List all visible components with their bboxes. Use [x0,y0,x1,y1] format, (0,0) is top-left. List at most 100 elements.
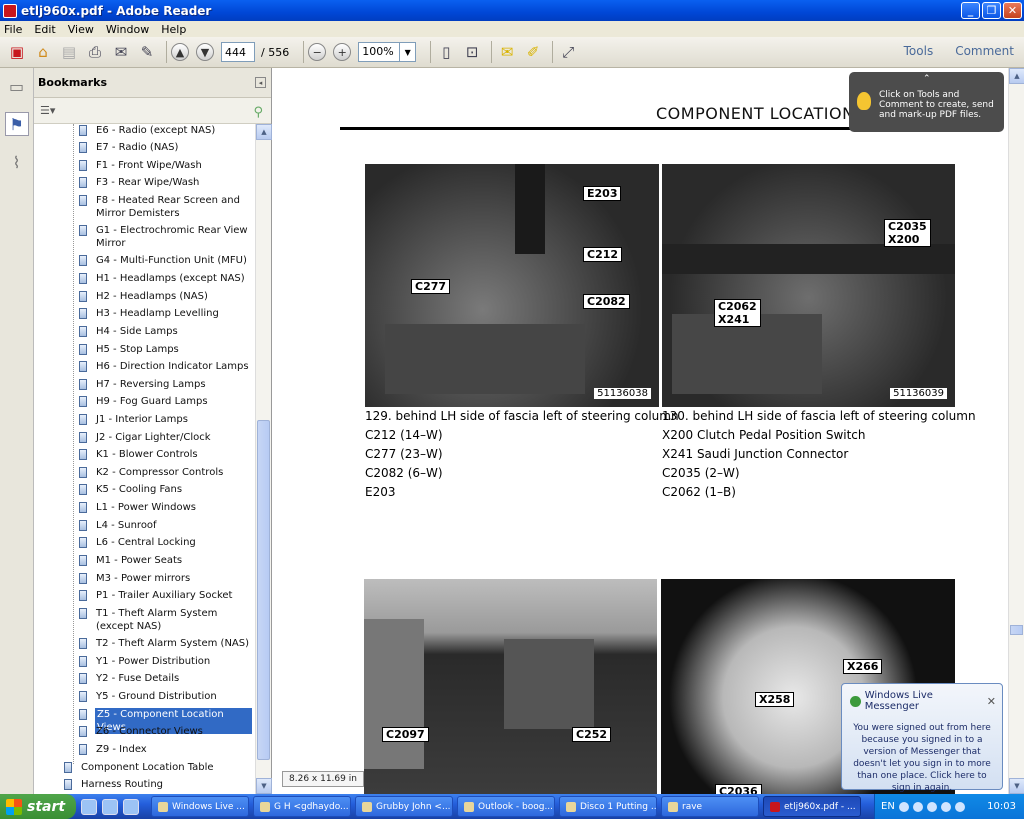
highlight-icon[interactable]: ✐ [522,41,544,63]
menu-window[interactable]: Window [106,23,149,36]
bookmark-item[interactable]: Z6 - Connector Views [79,725,252,738]
chevron-up-icon[interactable]: ⌃ [923,74,931,84]
bookmark-item[interactable]: J2 - Cigar Lighter/Clock [79,431,252,444]
print-icon[interactable]: ⎙ [84,41,106,63]
messenger-notification[interactable]: Windows Live Messenger ✕ You were signed… [841,683,1003,793]
internet-explorer-icon[interactable] [81,798,97,815]
scroll-thumb[interactable] [257,420,270,760]
sticky-note-icon[interactable]: ✉ [496,41,518,63]
collapse-panel-icon[interactable]: ◂ [255,77,266,88]
open-icon[interactable]: ⌂ [32,41,54,63]
bookmark-item[interactable]: F1 - Front Wipe/Wash [79,159,252,172]
bookmark-item[interactable]: K5 - Cooling Fans [79,483,252,496]
bookmark-item[interactable]: J1 - Interior Lamps [79,413,252,426]
bookmark-page-icon [79,344,87,355]
fit-page-icon[interactable]: ▯ [435,41,457,63]
taskbar-item[interactable]: rave [661,796,759,817]
taskbar-item-active[interactable]: etlj960x.pdf - ... [763,796,861,817]
tray-icon[interactable] [912,801,923,812]
bookmark-item[interactable]: Component Location Table [64,761,252,774]
bookmark-item[interactable]: H5 - Stop Lamps [79,343,252,356]
share-icon[interactable]: ✎ [136,41,158,63]
options-menu-icon[interactable]: ☰▾ [40,104,55,117]
bookmark-item[interactable]: F8 - Heated Rear Screen and Mirror Demis… [79,194,252,220]
bookmark-item[interactable]: H9 - Fog Guard Lamps [79,395,252,408]
scroll-up-icon[interactable]: ▲ [1009,68,1024,84]
bookmark-item[interactable]: H6 - Direction Indicator Lamps [79,360,252,373]
taskbar-item[interactable]: Grubby John <... [355,796,453,817]
outlook-icon[interactable] [102,798,118,815]
zoom-out-icon[interactable]: − [308,43,327,61]
bookmark-item[interactable]: Y2 - Fuse Details [79,672,252,685]
email-icon[interactable]: ✉ [110,41,132,63]
close-button[interactable]: ✕ [1003,2,1022,19]
bookmark-item[interactable]: Y5 - Ground Distribution [79,690,252,703]
bookmark-item[interactable]: T1 - Theft Alarm System (except NAS) [79,607,252,633]
document-scrollbar[interactable]: ▲ ▼ [1008,68,1024,794]
bookmark-item[interactable]: Harness Routing [64,778,252,791]
menu-edit[interactable]: Edit [34,23,55,36]
bookmark-item[interactable]: G4 - Multi-Function Unit (MFU) [79,254,252,267]
tray-icon[interactable] [940,801,951,812]
tools-button[interactable]: Tools [904,44,934,58]
bookmark-item[interactable]: H7 - Reversing Lamps [79,378,252,391]
bookmark-item[interactable]: Z9 - Index [79,743,252,756]
taskbar-item[interactable]: Windows Live ... [151,796,249,817]
bookmark-item[interactable]: H1 - Headlamps (except NAS) [79,272,252,285]
bookmark-item[interactable]: K1 - Blower Controls [79,448,252,461]
previous-page-icon[interactable]: ▲ [171,43,189,61]
attachments-icon[interactable]: ⌇ [5,150,29,174]
bookmark-item[interactable]: F3 - Rear Wipe/Wash [79,176,252,189]
menu-help[interactable]: Help [161,23,186,36]
bookmark-item[interactable]: L6 - Central Locking [79,536,252,549]
taskbar-item[interactable]: G H <gdhaydo... [253,796,351,817]
minimize-button[interactable]: _ [961,2,980,19]
zoom-in-icon[interactable]: + [333,43,352,61]
comment-button[interactable]: Comment [955,44,1014,58]
zoom-select[interactable]: 100% ▼ [358,42,417,62]
start-button[interactable]: start [0,794,76,819]
bookmark-item[interactable]: Y1 - Power Distribution [79,655,252,668]
bookmark-item[interactable]: G1 - Electrochromic Rear View Mirror [79,224,252,250]
menu-view[interactable]: View [68,23,94,36]
bookmark-scrollbar[interactable]: ▲ ▼ [255,124,272,794]
bookmark-item[interactable]: M3 - Power mirrors [79,572,252,585]
bookmark-item[interactable]: H4 - Side Lamps [79,325,252,338]
tray-icon[interactable] [898,801,909,812]
taskbar-item[interactable]: Outlook - boog... [457,796,555,817]
bookmark-item[interactable]: E6 - Radio (except NAS) [79,124,252,137]
tools-tip-popup[interactable]: ⌃ Click on Tools and Comment to create, … [849,72,1004,132]
tray-icon[interactable] [926,801,937,812]
find-bookmark-icon[interactable]: ⚲ [253,105,263,120]
save-icon[interactable]: ▤ [58,41,80,63]
messenger-body[interactable]: You were signed out from here because yo… [842,712,1002,794]
bookmark-item[interactable]: H2 - Headlamps (NAS) [79,290,252,303]
maximize-button[interactable]: ❐ [982,2,1001,19]
scroll-down-icon[interactable]: ▼ [1009,778,1024,794]
page-thumbnails-icon[interactable]: ▭ [5,74,29,98]
next-page-icon[interactable]: ▼ [196,43,214,61]
bookmark-item[interactable]: K2 - Compressor Controls [79,466,252,479]
scroll-thumb[interactable] [1010,625,1023,635]
bookmark-icon[interactable]: ⚑ [4,112,29,136]
bookmark-item[interactable]: H3 - Headlamp Levelling [79,307,252,320]
full-screen-icon[interactable]: ⤢ [557,41,579,63]
bookmark-item[interactable]: L1 - Power Windows [79,501,252,514]
bookmark-item[interactable]: P1 - Trailer Auxiliary Socket [79,589,252,602]
show-desktop-icon[interactable] [123,798,139,815]
fit-width-icon[interactable]: ⊡ [461,41,483,63]
language-indicator[interactable]: EN [881,801,895,812]
scroll-up-icon[interactable]: ▲ [256,124,272,140]
menu-file[interactable]: File [4,23,22,36]
messenger-title: Windows Live Messenger [864,690,933,712]
page-number-input[interactable] [221,42,255,62]
taskbar-item[interactable]: Disco 1 Putting ... [559,796,657,817]
close-icon[interactable]: ✕ [987,695,996,708]
scroll-down-icon[interactable]: ▼ [256,778,272,794]
bookmark-item[interactable]: M1 - Power Seats [79,554,252,567]
tray-icon[interactable] [954,801,965,812]
bookmark-item[interactable]: E7 - Radio (NAS) [79,141,252,154]
create-pdf-icon[interactable]: ▣ [6,41,28,63]
bookmark-item[interactable]: L4 - Sunroof [79,519,252,532]
bookmark-item[interactable]: T2 - Theft Alarm System (NAS) [79,637,252,650]
